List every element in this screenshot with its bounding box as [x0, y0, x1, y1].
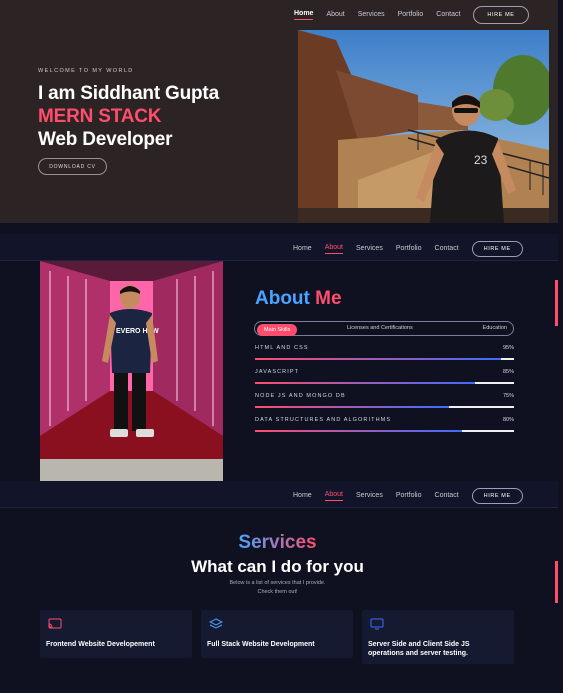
skill-name: JAVASCRIPT — [255, 369, 300, 375]
skill-item: JAVASCRIPT 85% — [255, 369, 514, 384]
skill-item: HTML AND CSS 95% — [255, 345, 514, 360]
about-tabs: Main Skills Licenses and Certifications … — [254, 321, 514, 336]
cast-icon — [48, 618, 62, 629]
hero-section: Home About Services Portfolio Contact HI… — [0, 0, 558, 223]
service-card-title-line1: Server Side and Client Side JS — [368, 641, 470, 648]
service-card-frontend[interactable]: Frontend Website Developement — [40, 610, 192, 658]
nav-portfolio-link[interactable]: Portfolio — [398, 11, 424, 20]
skill-percent: 75% — [502, 393, 514, 399]
nav-portfolio-link[interactable]: Portfolio — [396, 245, 422, 254]
nav-services-link[interactable]: Services — [358, 11, 385, 20]
about-nav: Home About Services Portfolio Contact HI… — [293, 241, 523, 257]
about-title-main: About — [255, 288, 310, 309]
nav-about-link[interactable]: About — [326, 11, 344, 20]
nav-services-link[interactable]: Services — [356, 245, 383, 254]
download-cv-button[interactable]: DOWNLOAD CV — [38, 158, 107, 175]
services-description: Below is a list of services that I provi… — [229, 580, 326, 586]
nav-contact-link[interactable]: Contact — [436, 11, 460, 20]
skill-name: HTML AND CSS — [255, 345, 309, 351]
hero-portrait-photo: 23 — [298, 30, 549, 223]
about-navbar: Home About Services Portfolio Contact HI… — [0, 234, 558, 261]
skill-progress-bar — [255, 382, 514, 384]
services-description-cta: Check them out! — [257, 589, 298, 595]
skill-percent: 85% — [502, 369, 514, 375]
nav-about-link[interactable]: About — [324, 244, 343, 254]
services-title: Services — [0, 532, 555, 554]
tab-licenses[interactable]: Licenses and Certifications — [347, 325, 413, 331]
hire-me-button[interactable]: HIRE ME — [473, 6, 529, 24]
services-nav: Home About Services Portfolio Contact HI… — [293, 488, 523, 504]
hero-photo-illustration: 23 — [298, 30, 549, 223]
skill-percent: 95% — [502, 345, 514, 351]
about-section: Home About Services Portfolio Contact HI… — [0, 234, 558, 484]
hire-me-button[interactable]: HIRE ME — [471, 241, 523, 257]
skill-name: NODE JS AND MONGO DB — [255, 393, 346, 399]
nav-services-link[interactable]: Services — [356, 492, 383, 501]
nav-contact-link[interactable]: Contact — [435, 492, 459, 501]
skill-item: DATA STRUCTURES AND ALGORITHMS 80% — [255, 417, 514, 432]
services-section: Home About Services Portfolio Contact HI… — [0, 481, 558, 693]
skill-progress-fill — [255, 406, 450, 408]
skill-percent: 80% — [502, 417, 514, 423]
nav-home-link[interactable]: Home — [293, 245, 312, 254]
nav-home-link[interactable]: Home — [293, 492, 312, 501]
skill-progress-fill — [255, 382, 476, 384]
hero-stack-heading: MERN STACK — [38, 106, 162, 127]
service-card-title: Full Stack Website Development — [207, 641, 315, 648]
about-title: About Me — [255, 288, 342, 310]
scroll-edge-marker — [555, 561, 558, 603]
services-navbar: Home About Services Portfolio Contact HI… — [0, 481, 558, 508]
service-card-server[interactable]: Server Side and Client Side JS operations… — [362, 610, 514, 664]
hero-role-heading: Web Developer — [38, 129, 173, 150]
tab-main-skills[interactable]: Main Skills — [257, 323, 298, 336]
scroll-edge-marker — [555, 280, 558, 326]
skill-progress-bar — [255, 358, 514, 360]
hire-me-button[interactable]: HIRE ME — [471, 488, 523, 504]
skill-name: DATA STRUCTURES AND ALGORITHMS — [255, 417, 392, 423]
skill-progress-fill — [255, 358, 502, 360]
about-title-accent: Me — [315, 288, 342, 309]
tab-education[interactable]: Education — [483, 325, 507, 331]
nav-portfolio-link[interactable]: Portfolio — [396, 492, 422, 501]
skill-item: NODE JS AND MONGO DB 75% — [255, 393, 514, 408]
layers-icon — [209, 618, 223, 629]
nav-contact-link[interactable]: Contact — [435, 245, 459, 254]
skill-progress-fill — [255, 430, 463, 432]
about-photo-illustration: EVERO HAW — [40, 261, 223, 481]
welcome-text: WELCOME TO MY WORLD — [38, 68, 134, 74]
nav-about-link[interactable]: About — [324, 491, 343, 501]
monitor-icon — [370, 618, 384, 630]
service-card-title-line2: operations and server testing. — [368, 650, 468, 657]
nav-home-link[interactable]: Home — [294, 10, 314, 20]
hero-navbar: Home About Services Portfolio Contact HI… — [294, 6, 529, 24]
skill-progress-bar — [255, 406, 514, 408]
services-title-text: Services — [238, 532, 317, 553]
about-portrait-photo: EVERO HAW — [40, 261, 223, 481]
service-card-title: Server Side and Client Side JS operations… — [368, 640, 470, 658]
services-subtitle: What can I do for you — [191, 557, 364, 576]
service-card-fullstack[interactable]: Full Stack Website Development — [201, 610, 353, 658]
hero-shirt-print: 23 — [474, 153, 488, 167]
service-card-title: Frontend Website Developement — [46, 641, 155, 648]
hero-name-heading: I am Siddhant Gupta — [38, 83, 219, 104]
skill-progress-bar — [255, 430, 514, 432]
